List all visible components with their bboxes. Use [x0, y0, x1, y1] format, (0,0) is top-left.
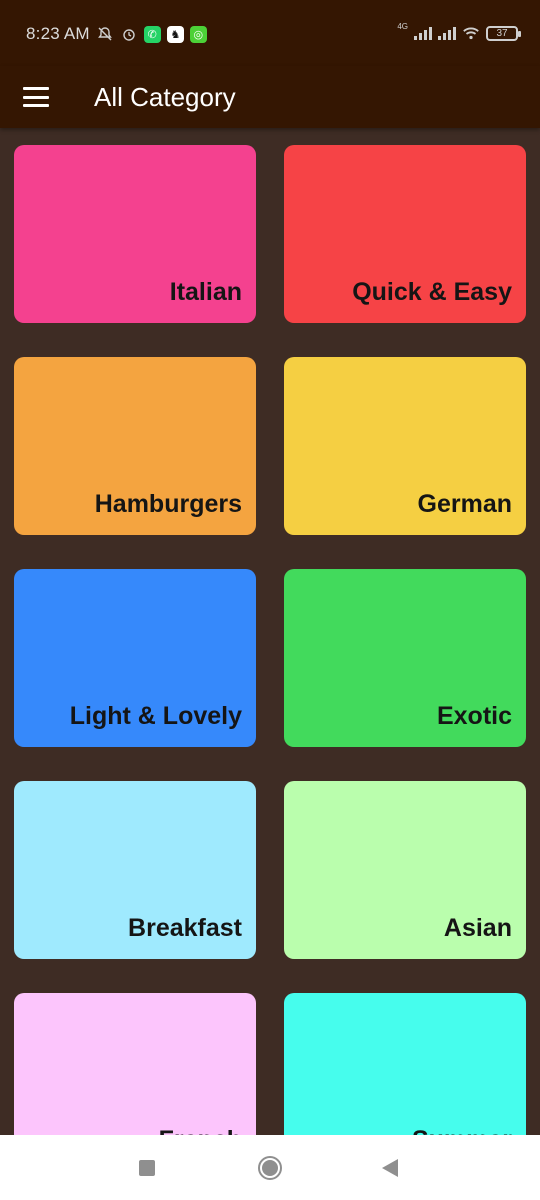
back-icon[interactable] [382, 1159, 398, 1177]
wifi-icon [462, 24, 480, 42]
signal-icon [414, 26, 432, 40]
category-label: Hamburgers [94, 490, 242, 518]
app-bar: All Category [0, 66, 540, 128]
signal-icon [438, 26, 456, 40]
category-tile-italian[interactable]: Italian [14, 145, 256, 323]
system-nav-bar [0, 1135, 540, 1200]
category-label: Asian [443, 914, 512, 942]
recent-apps-icon[interactable] [139, 1160, 155, 1176]
category-tile-breakfast[interactable]: Breakfast [14, 781, 256, 959]
category-tile-light-lovely[interactable]: Light & Lovely [14, 569, 256, 747]
alarm-icon [120, 25, 138, 43]
category-tile-quick-easy[interactable]: Quick & Easy [284, 145, 526, 323]
category-label: Quick & Easy [352, 278, 512, 306]
category-label: Exotic [436, 702, 512, 730]
mute-bell-icon [96, 25, 114, 43]
category-tile-asian[interactable]: Asian [284, 781, 526, 959]
app-icon: ♞ [166, 25, 184, 43]
category-tile-hamburgers[interactable]: Hamburgers [14, 357, 256, 535]
category-tile-german[interactable]: German [284, 357, 526, 535]
hamburger-menu-icon[interactable] [23, 87, 49, 107]
app-icon: ◎ [189, 25, 207, 43]
battery-icon: 37 [486, 25, 521, 41]
whatsapp-icon: ✆ [143, 25, 161, 43]
status-bar: 8:23 AM ✆ ♞ ◎ 4G 37 [0, 0, 540, 66]
category-grid: Italian Quick & Easy Hamburgers German L… [14, 145, 526, 1171]
category-label: Light & Lovely [69, 702, 242, 730]
category-label: German [417, 490, 512, 518]
page-title: All Category [94, 81, 236, 112]
category-tile-exotic[interactable]: Exotic [284, 569, 526, 747]
home-icon[interactable] [258, 1156, 282, 1180]
category-label: Italian [169, 278, 242, 306]
category-label: Breakfast [128, 914, 242, 942]
network-type-label: 4G [397, 22, 408, 31]
status-time: 8:23 AM [26, 24, 90, 43]
